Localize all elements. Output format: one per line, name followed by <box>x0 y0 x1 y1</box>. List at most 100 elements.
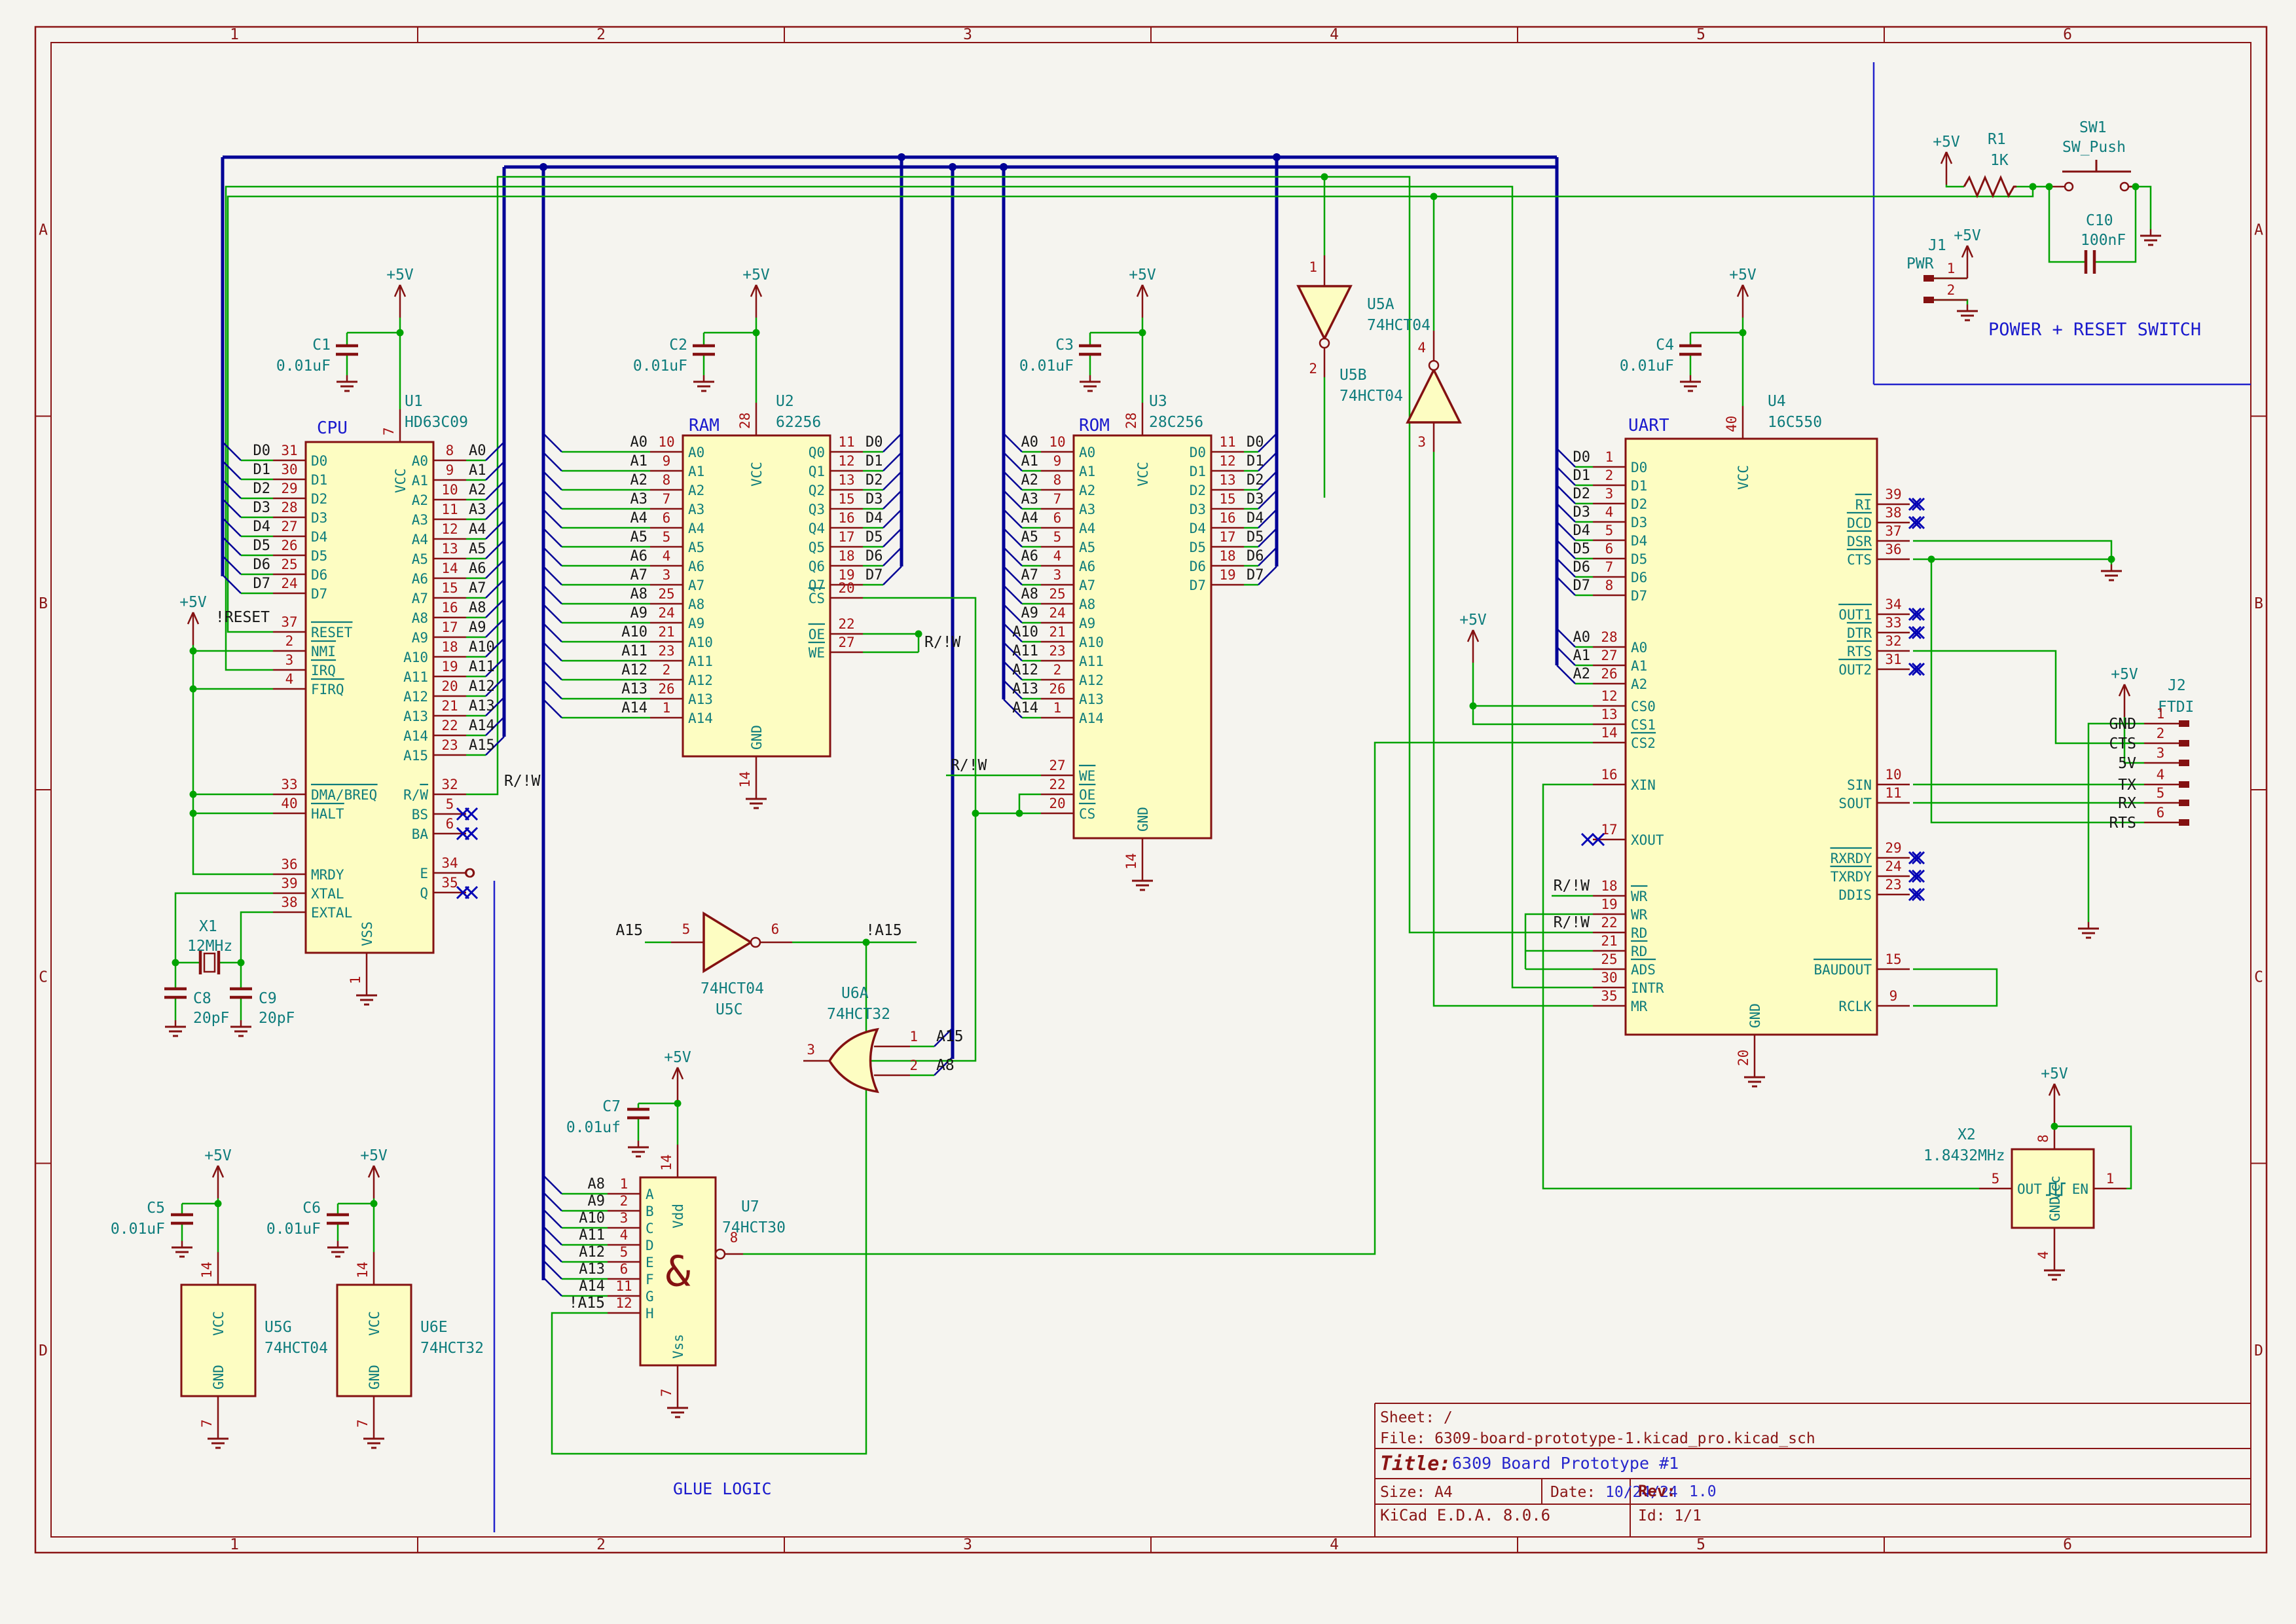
wire[interactable] <box>883 509 902 528</box>
component-uart-16c550[interactable]: 1D0D02D1D13D2D24D3D35D4D46D5D57D6D68D7D7… <box>1557 406 1910 1071</box>
wire[interactable] <box>486 521 504 539</box>
component-osc-1.8432mhz[interactable]: 5OUT1EN8Vcc4GND <box>1979 1116 2126 1264</box>
wire[interactable] <box>486 462 504 480</box>
component-cpu-hd63c09[interactable]: 31D0D030D1D129D2D228D3D327D4D426D5D525D6… <box>223 409 504 989</box>
wire[interactable] <box>1004 604 1022 623</box>
wire[interactable] <box>543 1261 562 1279</box>
wire[interactable] <box>1964 177 2016 196</box>
component-power-74hct04[interactable]: 14VCC7GND <box>181 1252 255 1432</box>
wire[interactable] <box>486 560 504 578</box>
wire[interactable] <box>543 1209 562 1228</box>
wire[interactable] <box>863 634 919 652</box>
wire[interactable] <box>486 619 504 637</box>
wire[interactable] <box>1004 509 1022 528</box>
wire[interactable] <box>486 481 504 500</box>
wire[interactable] <box>486 442 504 460</box>
pin-name: GND <box>2047 1196 2063 1221</box>
wire[interactable] <box>241 912 273 963</box>
pin-number: 24 <box>281 576 297 591</box>
component-rom-28c256[interactable]: 10A0A09A1A18A2A27A3A36A4A45A5A54A6A63A7A… <box>1004 403 1277 874</box>
lbl-rw-cpu[interactable]: R/!W <box>504 773 541 790</box>
wire[interactable] <box>883 452 902 471</box>
wire[interactable] <box>2049 187 2085 262</box>
wire[interactable] <box>543 661 562 680</box>
wire[interactable] <box>543 1278 562 1296</box>
lbl-rw-rom[interactable]: R/!W <box>951 757 987 774</box>
pin-number: 2 <box>1053 662 1062 678</box>
wire[interactable] <box>486 599 504 618</box>
wire[interactable] <box>1004 585 1022 604</box>
pin-name: A14 <box>1079 710 1104 726</box>
pin-number: 11 <box>615 1278 632 1294</box>
wire[interactable] <box>1004 434 1022 452</box>
lbl-a15-u5c[interactable]: A15 <box>615 922 643 939</box>
pin-number: 14 <box>1601 725 1617 741</box>
lbl-na15[interactable]: !A15 <box>866 922 902 939</box>
wire[interactable] <box>543 642 562 661</box>
pin-number: 31 <box>1885 652 1901 667</box>
wire[interactable] <box>543 1227 562 1245</box>
wire[interactable] <box>883 434 902 452</box>
pin-name: E <box>646 1255 654 1270</box>
component-power-74hct32[interactable]: 14VCC7GND <box>337 1252 411 1432</box>
plus5v-power-icon: +5V <box>1729 267 1757 318</box>
pin-number: 7 <box>1605 559 1614 575</box>
wire[interactable] <box>1004 566 1022 585</box>
border-row-label: A <box>2254 221 2263 238</box>
component-ram-62256[interactable]: 10A0A09A1A18A2A27A3A36A4A45A5A54A6A63A7A… <box>543 403 902 792</box>
wire[interactable] <box>1913 969 1997 1006</box>
component-nand-74hct30[interactable]: &1AA82BA93CA104DA115EA126FA1311GA1412H14… <box>543 1145 716 1401</box>
wire[interactable] <box>543 547 562 566</box>
wire[interactable] <box>1004 528 1022 547</box>
wire[interactable] <box>543 490 562 509</box>
wire[interactable] <box>1004 547 1022 566</box>
net-label: A3 <box>469 502 486 518</box>
c3-val: 0.01uF <box>1019 358 1074 375</box>
net-label: A5 <box>1021 529 1039 545</box>
wire[interactable] <box>1004 490 1022 509</box>
pin-number: 20 <box>838 580 854 596</box>
wire[interactable] <box>1946 185 1964 187</box>
wire[interactable] <box>543 452 562 471</box>
wire[interactable] <box>543 1244 562 1262</box>
wire[interactable] <box>2128 187 2151 229</box>
wire[interactable] <box>1019 794 1041 813</box>
wire[interactable] <box>543 680 562 699</box>
wire[interactable] <box>543 471 562 490</box>
wire[interactable] <box>543 1175 562 1194</box>
wire[interactable] <box>543 1192 562 1211</box>
wire[interactable] <box>1913 541 2111 564</box>
lbl-nreset[interactable]: !RESET <box>215 609 270 626</box>
wire[interactable] <box>1004 471 1022 490</box>
wire[interactable] <box>193 645 273 874</box>
wire[interactable] <box>543 699 562 718</box>
wire[interactable] <box>883 528 902 547</box>
lbl-na15-u7[interactable]: !A15 <box>569 1295 605 1312</box>
lbl-rw-uart18[interactable]: R/!W <box>1554 877 1590 895</box>
wire[interactable] <box>543 434 562 452</box>
wire[interactable] <box>883 566 902 585</box>
wire[interactable] <box>1931 559 2144 822</box>
wire[interactable] <box>486 580 504 598</box>
lbl-rw-ram[interactable]: R/!W <box>924 634 961 651</box>
lbl-a15-u6a[interactable]: A15 <box>936 1028 964 1045</box>
wire[interactable] <box>543 528 562 547</box>
wire[interactable] <box>543 566 562 585</box>
power-label: +5V <box>1954 227 1981 244</box>
wire[interactable] <box>543 585 562 604</box>
pin-name: A12 <box>1079 673 1104 688</box>
lbl-rw-uart22[interactable]: R/!W <box>1554 914 1590 931</box>
wire[interactable] <box>543 623 562 642</box>
lbl-a8-u6a[interactable]: A8 <box>936 1057 955 1074</box>
wire[interactable] <box>883 547 902 566</box>
schematic-canvas[interactable]: 112233445566AABBCCDD31D0D030D1D129D2D228… <box>0 0 2296 1624</box>
border-col-label: 5 <box>1696 26 1705 43</box>
wire[interactable] <box>883 490 902 509</box>
wire[interactable] <box>1004 452 1022 471</box>
wire[interactable] <box>543 604 562 623</box>
wire[interactable] <box>543 509 562 528</box>
wire[interactable] <box>486 501 504 519</box>
pin-number: 18 <box>1219 548 1235 564</box>
wire[interactable] <box>883 471 902 490</box>
wire[interactable] <box>486 540 504 559</box>
